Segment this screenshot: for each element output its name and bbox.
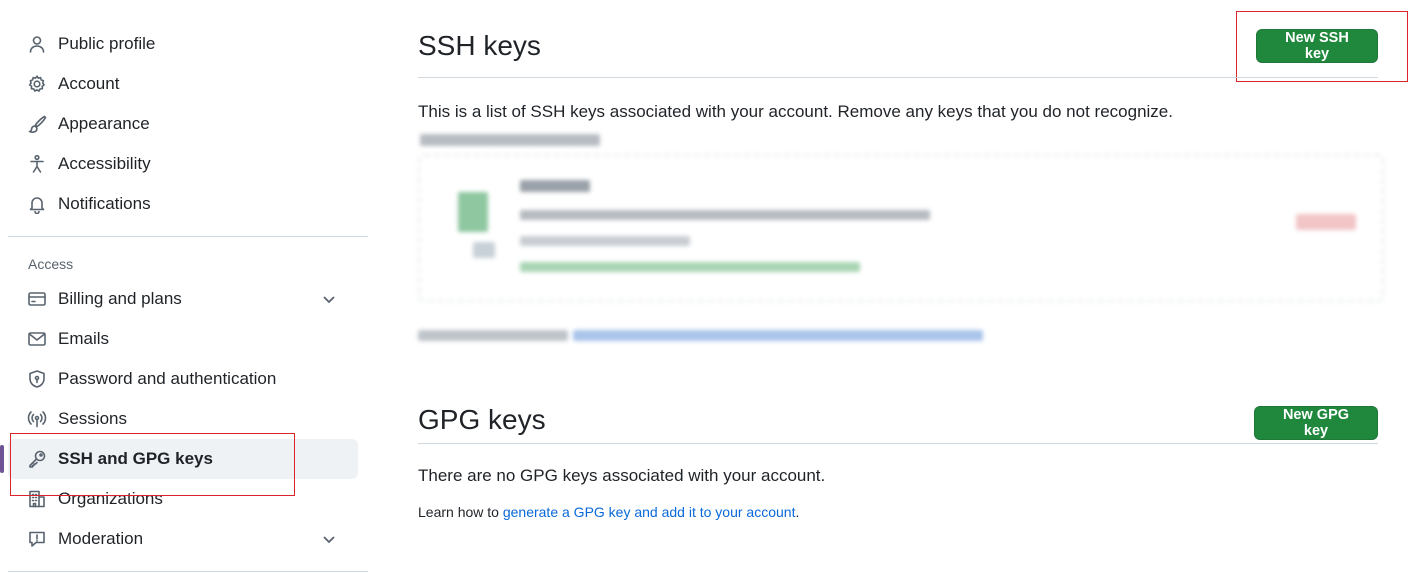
- mail-icon: [26, 328, 48, 350]
- generate-gpg-key-link[interactable]: generate a GPG key and add it to your ac…: [503, 504, 796, 520]
- sidebar-item-label: Emails: [58, 329, 110, 348]
- sidebar-item-billing[interactable]: Billing and plans: [8, 279, 358, 319]
- gpg-empty-message: There are no GPG keys associated with yo…: [418, 466, 826, 485]
- gpg-keys-header: GPG keys New GPG key: [418, 386, 1378, 444]
- sidebar-item-appearance[interactable]: Appearance: [8, 104, 358, 144]
- main-content: SSH keys New SSH key This is a list of S…: [418, 20, 1384, 520]
- chevron-down-icon[interactable]: [320, 530, 338, 548]
- sidebar-item-label: Accessibility: [58, 154, 151, 173]
- person-icon: [26, 33, 48, 55]
- highlight-box-sidebar: [10, 433, 295, 496]
- redacted-content: [418, 122, 1398, 372]
- sidebar-item-label: Account: [58, 74, 120, 93]
- sidebar-bottom-divider: [8, 571, 368, 572]
- gear-icon: [26, 73, 48, 95]
- sidebar-item-label: Billing and plans: [58, 289, 182, 308]
- sidebar-divider: [8, 236, 368, 237]
- sidebar-item-accessibility[interactable]: Accessibility: [8, 144, 358, 184]
- sidebar-item-label: Password and authentication: [58, 369, 277, 388]
- report-icon: [26, 528, 48, 550]
- accessibility-icon: [26, 153, 48, 175]
- gpg-keys-title: GPG keys: [418, 404, 546, 435]
- sidebar-item-public-profile[interactable]: Public profile: [8, 24, 358, 64]
- sidebar-item-password[interactable]: Password and authentication: [8, 359, 358, 399]
- sidebar-section-access: Access: [28, 256, 74, 272]
- new-gpg-key-button[interactable]: New GPG key: [1254, 406, 1378, 440]
- sidebar-item-label: Appearance: [58, 114, 150, 133]
- new-ssh-key-button[interactable]: New SSH key: [1256, 29, 1378, 63]
- ssh-keys-description: This is a list of SSH keys associated wi…: [418, 102, 1173, 121]
- sidebar-item-label: Sessions: [58, 409, 127, 428]
- gpg-learn-text: Learn how to generate a GPG key and add …: [418, 504, 1378, 520]
- chevron-down-icon[interactable]: [320, 290, 338, 308]
- learn-prefix: Learn how to: [418, 504, 503, 520]
- sidebar-item-account[interactable]: Account: [8, 64, 358, 104]
- ssh-keys-header: SSH keys New SSH key: [418, 20, 1378, 78]
- sidebar-item-notifications[interactable]: Notifications: [8, 184, 358, 224]
- redacted-ssh-key-region: [418, 122, 1384, 372]
- broadcast-icon: [26, 408, 48, 430]
- sidebar-item-label: Moderation: [58, 529, 144, 548]
- credit-card-icon: [26, 288, 48, 310]
- learn-suffix: .: [795, 504, 800, 520]
- sidebar-item-label: Public profile: [58, 34, 156, 53]
- sidebar-item-emails[interactable]: Emails: [8, 319, 358, 359]
- bell-icon: [26, 193, 48, 215]
- sidebar-item-label: Notifications: [58, 194, 151, 213]
- shield-icon: [26, 368, 48, 390]
- ssh-keys-title: SSH keys: [418, 30, 541, 61]
- paintbrush-icon: [26, 113, 48, 135]
- sidebar-item-moderation[interactable]: Moderation: [8, 519, 358, 559]
